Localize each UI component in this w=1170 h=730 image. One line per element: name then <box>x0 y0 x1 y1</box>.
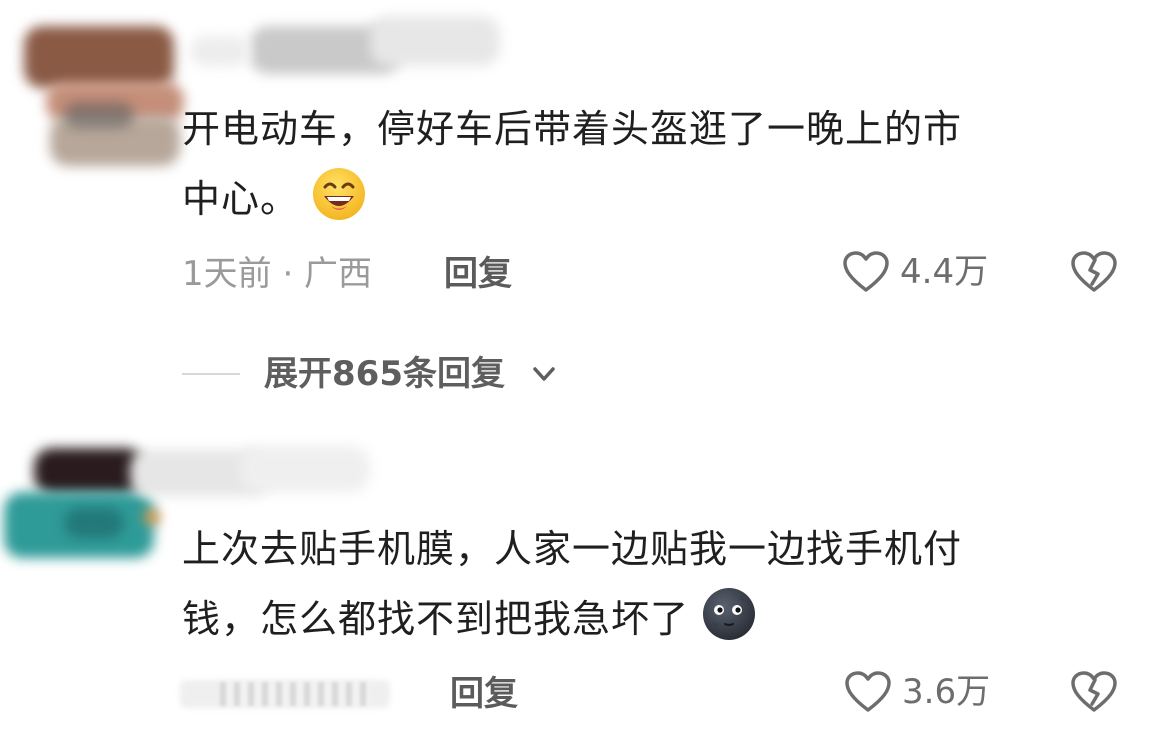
username-redacted[interactable] <box>190 16 510 86</box>
comment-text-line: 上次去贴手机膜，人家一边贴我一边找手机付 <box>182 527 963 571</box>
expand-replies-button[interactable]: 展开865条回复 <box>182 352 559 396</box>
divider-line <box>182 373 240 375</box>
avatar-redacted[interactable] <box>24 20 184 168</box>
comment-text-line: 开电动车，停好车后带着头盔逛了一晚上的市 <box>182 107 963 151</box>
comment-text-line: 钱，怎么都找不到把我急坏了 <box>182 584 962 654</box>
like-count: 4.4万 <box>900 252 989 292</box>
expand-replies-label: 展开865条回复 <box>264 354 505 394</box>
broken-heart-icon[interactable] <box>1070 670 1118 714</box>
heart-outline-icon <box>845 671 891 712</box>
grinning-sweat-smile-emoji <box>313 168 366 220</box>
comment-1-text: 开电动车，停好车后带着头盔逛了一晚上的市 中心。 <box>182 94 962 234</box>
comment-1-meta: 1天前 · 广西 <box>182 254 373 294</box>
heart-outline-icon <box>843 251 889 292</box>
comment-thread: 开电动车，停好车后带着头盔逛了一晚上的市 中心。 1天前 · 广西 回复 4.4… <box>0 0 1170 730</box>
comment-2-text: 上次去贴手机膜，人家一边贴我一边找手机付 钱，怎么都找不到把我急坏了 <box>182 514 962 654</box>
new-moon-face-emoji <box>703 588 756 640</box>
reply-button[interactable]: 回复 <box>450 674 518 714</box>
username-redacted[interactable] <box>120 440 380 510</box>
comment-text-line: 中心。 <box>182 164 962 234</box>
reply-button[interactable]: 回复 <box>444 254 512 294</box>
chevron-down-icon <box>533 367 555 381</box>
meta-redacted <box>180 676 400 712</box>
like-button[interactable]: 3.6万 <box>844 670 990 714</box>
like-button[interactable]: 4.4万 <box>842 250 988 294</box>
like-count: 3.6万 <box>902 672 991 712</box>
broken-heart-icon[interactable] <box>1070 250 1118 294</box>
